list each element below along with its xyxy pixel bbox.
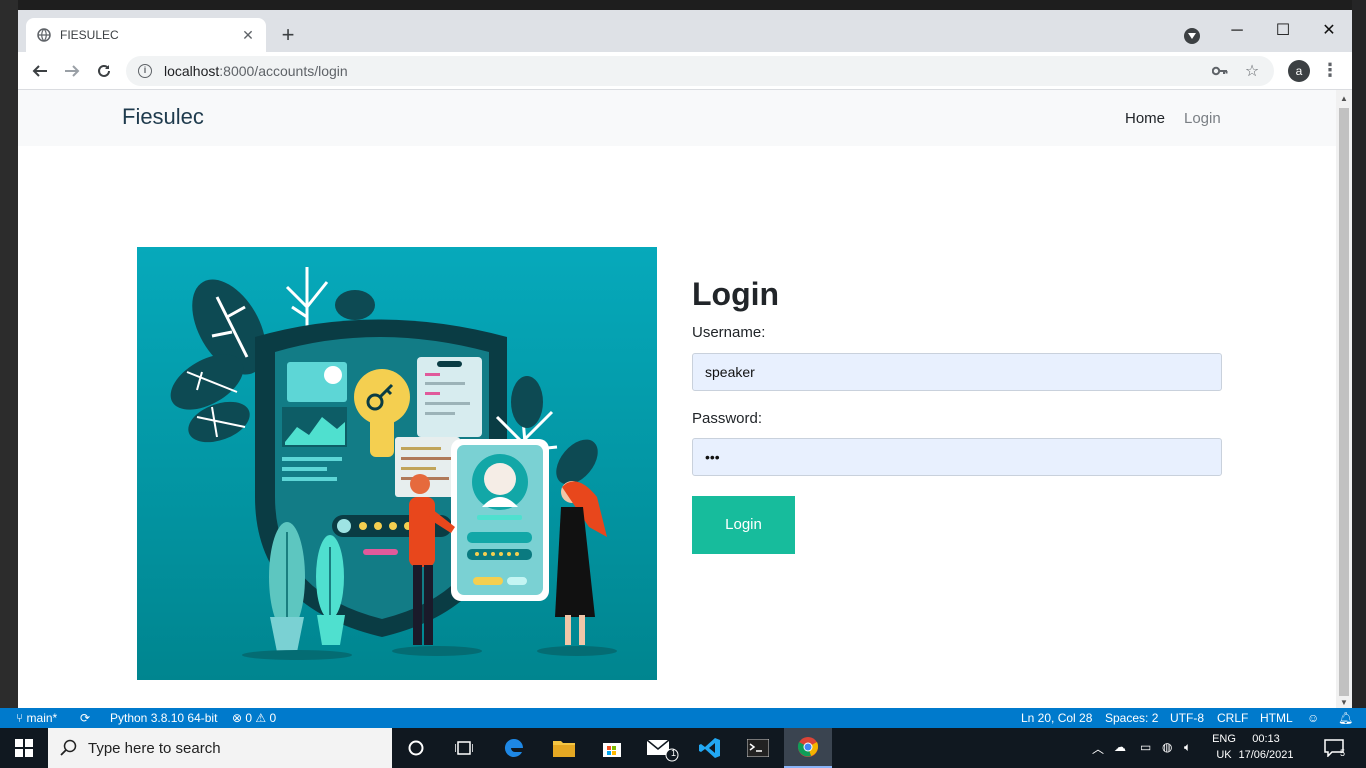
system-clock[interactable]: 00:13 17/06/2021 [1234,731,1298,763]
vscode-minimap [1352,0,1366,708]
security-illustration [137,247,657,680]
info-icon[interactable]: i [138,64,152,78]
cortana-icon[interactable] [392,728,440,768]
vscode-status-bar: ⑂ main* ⟳ Python 3.8.10 64-bit ⊗ 0 ⚠ 0 L… [0,708,1366,728]
tab-strip: FIESULEC ✕ + ─ ☐ ✕ [18,10,1352,52]
scroll-down-icon[interactable]: ▼ [1339,698,1349,707]
indent-setting[interactable]: Spaces: 2 [1105,711,1158,725]
nav-link-login[interactable]: Login [1184,110,1221,127]
python-interpreter[interactable]: Python 3.8.10 64-bit [110,711,217,725]
search-icon [60,739,77,756]
arrow-right-icon [65,65,80,77]
windows-taskbar: Type here to search 1 ︿ ☁ ▭ ◍ 🔈︎ ENG UK … [0,728,1366,768]
notification-count: 5 [1340,748,1346,758]
feedback-icon[interactable]: ☺ [1307,711,1319,725]
page-scrollbar[interactable]: ▲ ▼ [1336,90,1352,710]
cursor-position[interactable]: Ln 20, Col 28 [1021,711,1092,725]
terminal-icon[interactable] [734,728,782,768]
encoding-setting[interactable]: UTF-8 [1170,711,1204,725]
nav-link-home[interactable]: Home [1125,110,1165,127]
password-field[interactable]: ••• [692,438,1222,476]
close-window-button[interactable]: ✕ [1306,16,1352,46]
git-branch-icon: ⑂ [16,711,27,725]
forward-button[interactable] [58,57,86,85]
sync-icon[interactable]: ⟳ [80,711,90,725]
problems-indicator[interactable]: ⊗ 0 ⚠ 0 [232,711,276,725]
site-brand[interactable]: Fiesulec [122,104,204,130]
task-view-icon[interactable] [440,728,488,768]
tab-title: FIESULEC [60,28,119,42]
bell-icon[interactable]: 🔔︎ [1338,711,1353,725]
username-field[interactable]: speaker [692,353,1222,391]
vscode-activity-bar [0,0,18,708]
mail-icon[interactable]: 1 [638,728,686,768]
onedrive-icon[interactable]: ☁ [1114,740,1126,754]
reload-icon [98,64,110,77]
scroll-up-icon[interactable]: ▲ [1339,94,1349,103]
file-explorer-icon[interactable] [540,728,588,768]
password-label: Password: [692,410,763,427]
reload-button[interactable] [90,57,118,85]
vscode-icon[interactable] [686,728,734,768]
battery-icon[interactable]: ▭ [1140,740,1151,754]
key-icon[interactable] [1210,61,1230,81]
profile-avatar[interactable]: a [1288,60,1310,82]
scroll-thumb[interactable] [1339,108,1349,696]
branch-indicator[interactable]: ⑂ main* [16,711,57,725]
store-icon[interactable] [588,728,636,768]
edge-icon[interactable] [490,728,538,768]
tab-search-button[interactable] [1184,28,1200,44]
arrow-left-icon [32,65,47,77]
browser-window: FIESULEC ✕ + ─ ☐ ✕ i localhost:8000/acco… [18,10,1352,710]
eol-setting[interactable]: CRLF [1217,711,1248,725]
close-tab-icon[interactable]: ✕ [240,27,256,44]
start-button[interactable] [0,728,48,768]
chrome-icon[interactable] [784,728,832,768]
language-mode[interactable]: HTML [1260,711,1293,725]
menu-dots-icon[interactable]: ⋮ [1320,60,1340,82]
mail-badge: 1 [671,748,677,758]
search-placeholder: Type here to search [88,739,221,757]
address-bar[interactable]: i localhost:8000/accounts/login ☆ [126,56,1274,86]
url-text[interactable]: localhost:8000/accounts/login [164,63,1198,79]
taskbar-search[interactable]: Type here to search [48,728,392,768]
tab-fiesulec[interactable]: FIESULEC ✕ [26,18,266,52]
site-navbar: Fiesulec Home Login [18,90,1336,146]
volume-icon[interactable]: 🔈︎ [1184,740,1191,755]
globe-icon [36,27,52,43]
new-tab-button[interactable]: + [276,24,300,48]
minimize-button[interactable]: ─ [1214,16,1260,46]
web-page: Fiesulec Home Login Login Username: spea… [18,90,1336,710]
desktop: FIESULEC ✕ + ─ ☐ ✕ i localhost:8000/acco… [0,0,1366,768]
notification-center-icon[interactable]: 5 [1310,728,1358,768]
browser-toolbar: i localhost:8000/accounts/login ☆ a ⋮ [18,52,1352,90]
maximize-button[interactable]: ☐ [1260,16,1306,46]
username-label: Username: [692,324,766,341]
star-icon[interactable]: ☆ [1242,61,1262,81]
network-icon[interactable]: ◍ [1162,740,1172,754]
back-button[interactable] [26,57,54,85]
windows-logo-icon [15,739,33,757]
login-button[interactable]: Login [692,496,795,554]
login-heading: Login [692,276,780,312]
tray-expand-icon[interactable]: ︿ [1092,740,1104,757]
